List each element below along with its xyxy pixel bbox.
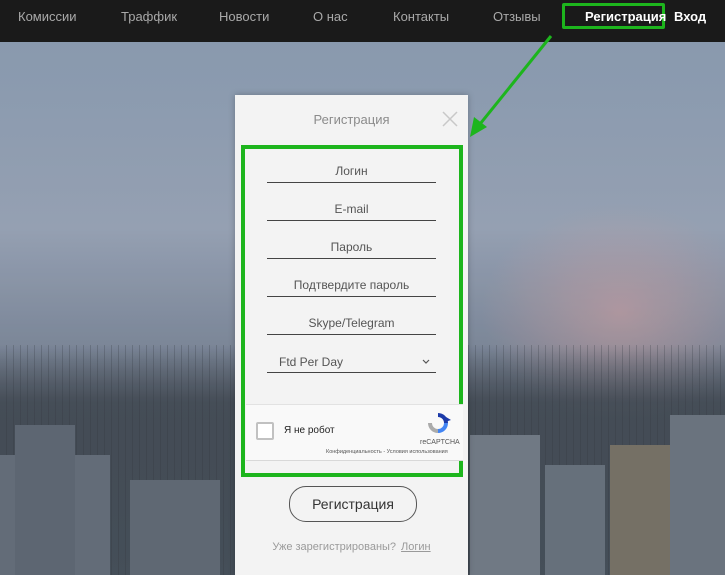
messenger-field[interactable]: Skype/Telegram: [267, 312, 436, 335]
recaptcha-label: Я не робот: [284, 425, 335, 436]
already-registered-text: Уже зарегистрированы?: [272, 541, 397, 553]
email-field[interactable]: E-mail: [267, 198, 436, 221]
password-field[interactable]: Пароль: [267, 236, 436, 259]
modal-title: Регистрация: [313, 112, 390, 127]
recaptcha-checkbox[interactable]: [256, 422, 274, 440]
recaptcha-widget: Я не робот reCAPTCHA Конфиденциальность …: [246, 404, 463, 461]
register-submit-button[interactable]: Регистрация: [289, 486, 417, 522]
recaptcha-brand: reCAPTCHA: [420, 439, 460, 446]
traffic-type-select[interactable]: Ftd Per Day: [267, 351, 436, 373]
close-icon[interactable]: [441, 110, 459, 128]
nav-item-traffic[interactable]: Траффик: [121, 9, 177, 24]
chevron-down-icon: [422, 359, 430, 364]
login-link[interactable]: Логин: [401, 541, 431, 553]
nav-item-reviews[interactable]: Отзывы: [493, 9, 541, 24]
nav-register-link[interactable]: Регистрация: [585, 9, 666, 24]
confirm-password-field[interactable]: Подтвердите пароль: [267, 274, 436, 297]
login-field[interactable]: Логин: [267, 160, 436, 183]
recaptcha-logo-icon: [428, 413, 451, 433]
nav-item-commissions[interactable]: Комиссии: [18, 9, 77, 24]
select-value: Ftd Per Day: [279, 355, 344, 369]
already-registered-line: Уже зарегистрированы? Логин: [235, 541, 468, 553]
nav-item-about[interactable]: О нас: [313, 9, 348, 24]
nav-login-link[interactable]: Вход: [674, 9, 706, 24]
top-navigation: Комиссии Траффик Новости О нас Контакты …: [0, 0, 725, 42]
nav-item-contacts[interactable]: Контакты: [393, 9, 449, 24]
nav-item-news[interactable]: Новости: [219, 9, 269, 24]
recaptcha-terms[interactable]: Конфиденциальность - Условия использован…: [326, 449, 448, 455]
